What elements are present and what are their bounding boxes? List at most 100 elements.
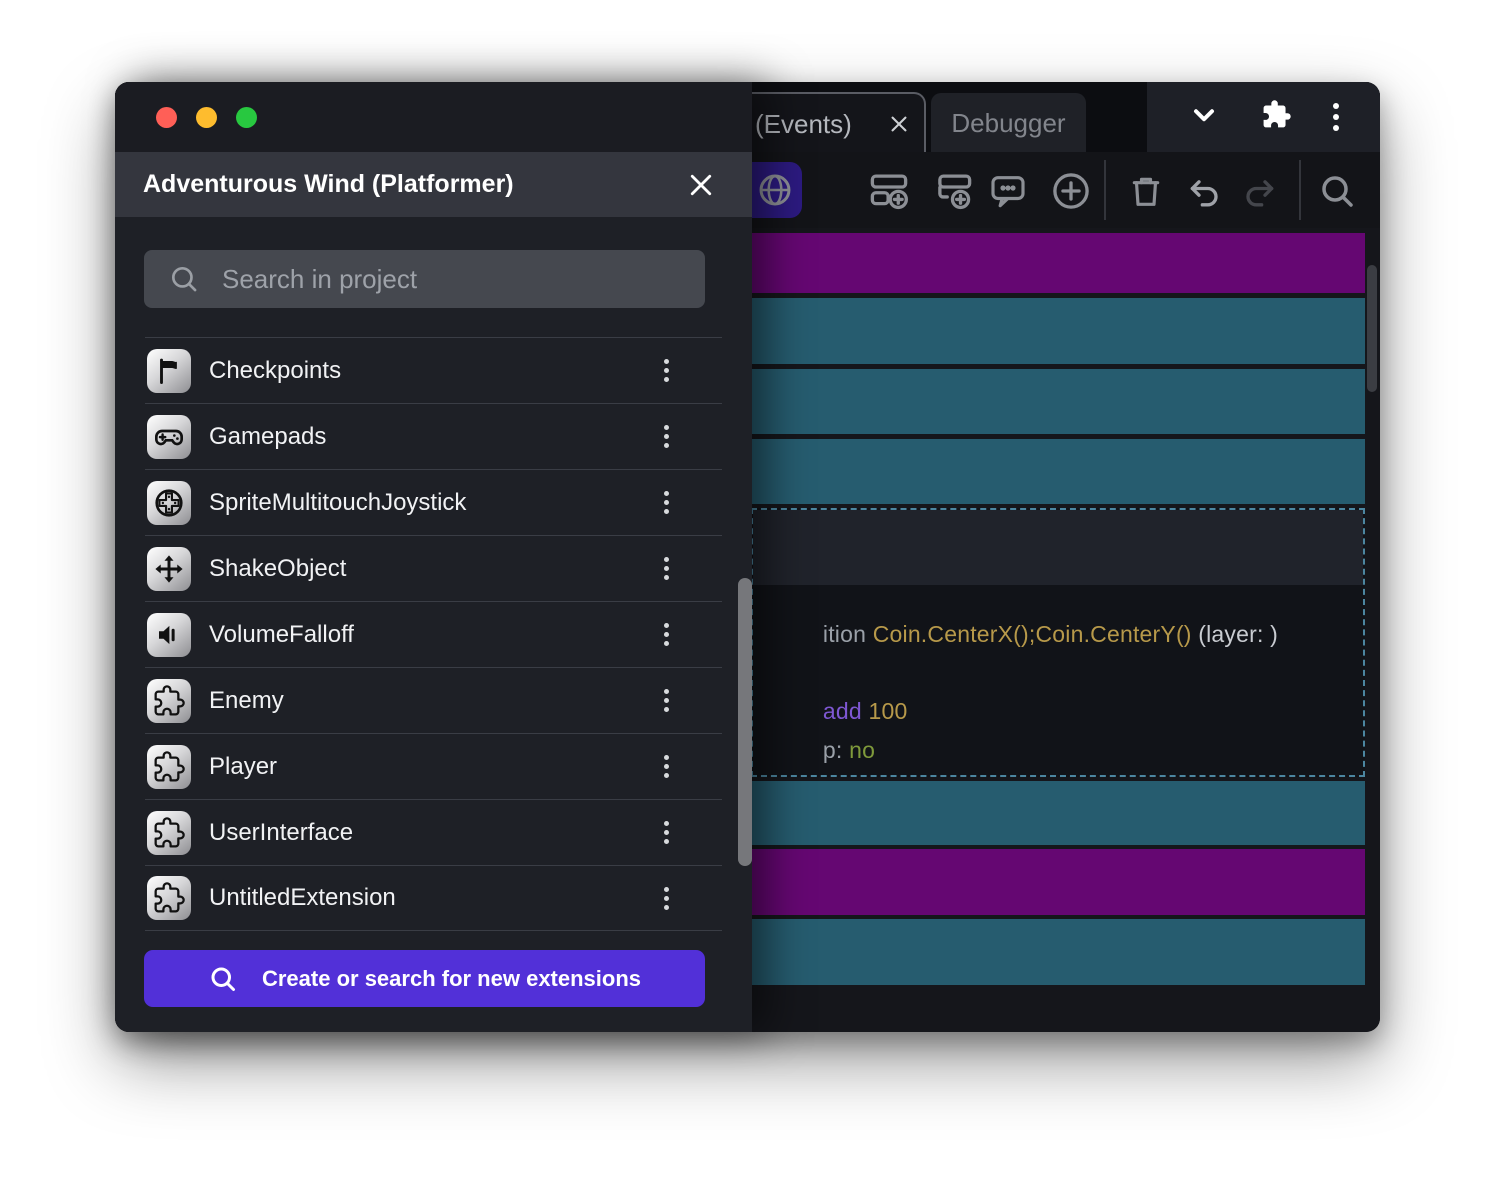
minimize-traffic-light[interactable] — [196, 107, 217, 128]
choose-and-add-event-button[interactable] — [1049, 169, 1093, 213]
event-conditions-area[interactable] — [753, 510, 1363, 585]
puzzle-icon — [147, 876, 191, 920]
selected-event[interactable]: ition Coin.CenterX();Coin.CenterY() (lay… — [751, 508, 1365, 777]
puzzle-icon — [147, 745, 191, 789]
list-item-label: Gamepads — [209, 423, 326, 451]
tab-debugger-label: Debugger — [951, 108, 1065, 139]
kebab-menu-icon[interactable] — [658, 881, 675, 916]
search-icon — [208, 964, 238, 994]
tab-events-label: (Events) — [755, 109, 852, 140]
list-item-player[interactable]: Player — [145, 733, 722, 799]
kebab-menu-icon[interactable] — [658, 617, 675, 652]
redo-button[interactable] — [1238, 169, 1282, 213]
project-items-list: Checkpoints Gamepads — [145, 337, 722, 931]
list-item-label: SpriteMultitouchJoystick — [209, 489, 466, 517]
kebab-menu-icon[interactable] — [658, 683, 675, 718]
panel-title: Adventurous Wind (Platformer) — [143, 170, 514, 199]
toolbar-separator — [1104, 160, 1106, 220]
event-row[interactable] — [735, 849, 1365, 915]
toolbar-separator — [1299, 160, 1301, 220]
list-item-volumefalloff[interactable]: VolumeFalloff — [145, 601, 722, 667]
search-icon — [1317, 171, 1357, 211]
panel-scrollbar[interactable] — [738, 578, 752, 866]
tab-events[interactable]: (Events) — [733, 92, 926, 154]
close-panel-button[interactable] — [682, 166, 720, 204]
add-event-button[interactable] — [867, 169, 911, 213]
event-row[interactable] — [735, 781, 1365, 845]
event-row[interactable] — [735, 439, 1365, 504]
move-arrows-icon — [147, 547, 191, 591]
undo-button[interactable] — [1182, 169, 1226, 213]
delete-button[interactable] — [1124, 169, 1168, 213]
gamepad-icon — [147, 415, 191, 459]
chevron-down-icon[interactable] — [1188, 99, 1220, 136]
zoom-traffic-light[interactable] — [236, 107, 257, 128]
list-item-shakeobject[interactable]: ShakeObject — [145, 535, 722, 601]
event-row[interactable] — [735, 919, 1365, 985]
speaker-icon — [147, 613, 191, 657]
add-sub-event-button[interactable] — [931, 169, 975, 213]
list-item-untitledextension[interactable]: UntitledExtension — [145, 865, 722, 931]
puzzle-icon — [147, 811, 191, 855]
window-topbar-actions — [1147, 82, 1380, 152]
tab-close-icon[interactable] — [888, 113, 910, 135]
kebab-menu-icon[interactable] — [658, 551, 675, 586]
search-input[interactable] — [222, 264, 642, 295]
tab-debugger[interactable]: Debugger — [931, 93, 1086, 154]
trash-icon — [1126, 171, 1166, 211]
code-fragment: p: — [823, 737, 849, 763]
redo-icon — [1240, 171, 1280, 211]
list-item-label: ShakeObject — [209, 555, 346, 583]
search-icon — [168, 263, 200, 295]
event-action-line: ition Coin.CenterX();Coin.CenterY() (lay… — [757, 594, 1278, 675]
list-item-enemy[interactable]: Enemy — [145, 667, 722, 733]
list-item-label: VolumeFalloff — [209, 621, 354, 649]
list-item-label: UserInterface — [209, 819, 353, 847]
event-row[interactable] — [735, 298, 1365, 364]
project-manager-panel: Adventurous Wind (Platformer) Checkpoint… — [115, 82, 752, 1032]
list-item-spritemultitouchjoystick[interactable]: SpriteMultitouchJoystick — [145, 469, 722, 535]
code-fragment: Coin.CenterY() — [1035, 621, 1191, 647]
circle-plus-icon — [1050, 170, 1092, 212]
undo-icon — [1184, 171, 1224, 211]
kebab-menu-icon[interactable] — [658, 485, 675, 520]
comment-icon — [988, 171, 1028, 211]
add-event-icon — [868, 170, 910, 212]
list-item-label: Enemy — [209, 687, 284, 715]
list-item-userinterface[interactable]: UserInterface — [145, 799, 722, 865]
joystick-icon — [147, 481, 191, 525]
code-fragment: Coin.CenterX() — [873, 621, 1029, 647]
project-search[interactable] — [144, 250, 705, 308]
kebab-menu-icon[interactable] — [658, 353, 675, 388]
list-item-label: Player — [209, 753, 277, 781]
window-titlebar — [115, 82, 752, 152]
code-fragment: ition — [823, 621, 873, 647]
kebab-menu-icon[interactable] — [658, 815, 675, 850]
screen: (Events) Debugger — [0, 0, 1494, 1182]
panel-header: Adventurous Wind (Platformer) — [115, 152, 752, 217]
list-item-label: UntitledExtension — [209, 884, 396, 912]
create-or-search-extensions-button[interactable]: Create or search for new extensions — [144, 950, 705, 1007]
code-fragment: (layer: ) — [1192, 621, 1278, 647]
list-item-checkpoints[interactable]: Checkpoints — [145, 337, 722, 403]
event-row[interactable] — [735, 369, 1365, 434]
puzzle-icon — [147, 679, 191, 723]
search-events-button[interactable] — [1315, 169, 1359, 213]
code-fragment: no — [849, 737, 875, 763]
event-action-line: p: no — [757, 710, 875, 791]
add-sub-event-icon — [932, 170, 974, 212]
extensions-puzzle-icon[interactable] — [1261, 99, 1292, 135]
add-comment-button[interactable] — [986, 169, 1030, 213]
kebab-menu-icon[interactable] — [658, 419, 675, 454]
list-item-label: Checkpoints — [209, 357, 341, 385]
close-icon — [687, 171, 715, 199]
events-scrollbar[interactable] — [1367, 265, 1377, 392]
close-traffic-light[interactable] — [156, 107, 177, 128]
more-options-kebab-icon[interactable] — [1333, 103, 1339, 131]
flag-icon — [147, 349, 191, 393]
event-row[interactable] — [735, 233, 1365, 293]
list-item-gamepads[interactable]: Gamepads — [145, 403, 722, 469]
kebab-menu-icon[interactable] — [658, 749, 675, 784]
cta-label: Create or search for new extensions — [262, 966, 641, 992]
globe-icon — [757, 172, 793, 208]
